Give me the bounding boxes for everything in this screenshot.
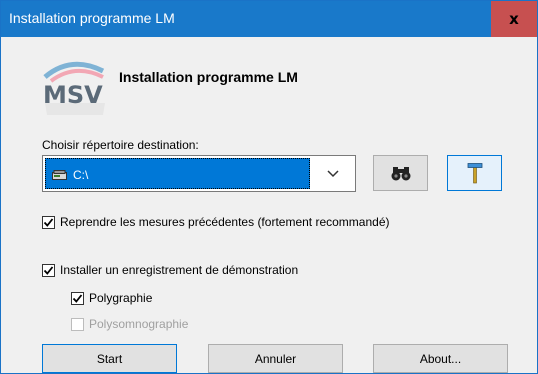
close-button[interactable]: x: [491, 1, 537, 37]
tool-button[interactable]: [447, 155, 502, 191]
selected-drive-item[interactable]: C:\: [45, 158, 310, 189]
logo-text: MSV: [43, 81, 103, 109]
chevron-down-icon: [326, 169, 339, 177]
binoculars-icon: [391, 167, 410, 181]
checkmark-icon: [72, 293, 83, 303]
destination-label: Choisir répertoire destination:: [42, 138, 199, 152]
reprendre-label: Reprendre les mesures précédentes (forte…: [60, 215, 390, 229]
destination-combobox[interactable]: C:\: [42, 155, 356, 192]
installer-label: Installer un enregistrement de démonstra…: [60, 263, 299, 277]
polysomnographie-checkbox[interactable]: [71, 317, 84, 331]
installer-window: Installation programme LM x MSV Installa…: [0, 0, 538, 374]
polysomnographie-label: Polysomnographie: [89, 317, 189, 331]
start-button[interactable]: Start: [42, 344, 177, 373]
reprendre-option[interactable]: Reprendre les mesures précédentes (forte…: [42, 215, 389, 229]
selected-drive-text: C:\: [73, 168, 89, 182]
msv-logo: MSV: [43, 61, 105, 115]
polygraphie-checkbox[interactable]: [71, 291, 84, 305]
hammer-icon: [467, 163, 482, 184]
drive-icon: [52, 170, 67, 180]
polygraphie-label: Polygraphie: [89, 291, 153, 305]
reprendre-checkbox[interactable]: [42, 215, 55, 229]
installer-option[interactable]: Installer un enregistrement de démonstra…: [42, 263, 298, 277]
cancel-button[interactable]: Annuler: [208, 344, 343, 373]
browse-button[interactable]: [373, 155, 428, 191]
dropdown-arrow[interactable]: [310, 156, 355, 191]
installer-checkbox[interactable]: [42, 263, 55, 277]
polysomnographie-option[interactable]: Polysomnographie: [71, 317, 188, 331]
dialog-heading: Installation programme LM: [119, 69, 298, 85]
polygraphie-option[interactable]: Polygraphie: [71, 291, 152, 305]
window-title: Installation programme LM: [9, 10, 175, 26]
close-icon: x: [509, 10, 519, 28]
title-bar[interactable]: Installation programme LM x: [1, 1, 537, 37]
about-button[interactable]: About...: [373, 344, 508, 373]
checkmark-icon: [43, 265, 54, 275]
checkmark-icon: [43, 217, 54, 227]
